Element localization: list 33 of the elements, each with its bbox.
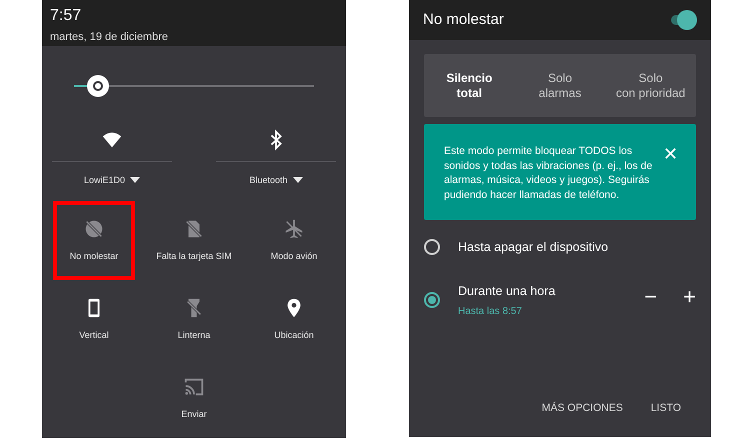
option-label[interactable]: Durante una hora [458,282,556,300]
tile-label[interactable]: Linterna [178,328,210,342]
dropdown-caret-icon[interactable] [130,177,140,184]
sim-card-icon[interactable] [183,218,205,240]
crossed-circle-icon[interactable] [83,218,105,240]
tile-label[interactable]: Vertical [79,328,109,342]
tile-label[interactable]: LowiE1D0 [84,174,126,187]
close-button[interactable]: ✕ [663,144,678,164]
date-text: martes, 19 de diciembre [50,30,169,44]
clock-time: 7:57 [50,6,82,26]
end-time-text: Hasta las 8:57 [458,305,523,319]
mode-option[interactable]: Silencio total [424,54,515,117]
option-label[interactable]: Hasta apagar el dispositivo [458,238,608,256]
brightness-thumb[interactable] [87,74,109,97]
tile-label[interactable]: Enviar [181,408,207,422]
tile-label[interactable]: Modo avión [270,250,318,264]
tile-label[interactable]: Bluetooth [249,174,288,187]
dropdown-caret-icon[interactable] [292,177,303,184]
mode-option[interactable]: Solo con prioridad [605,54,696,117]
mode-option[interactable]: Solo alarmas [514,54,606,117]
dialog-button[interactable]: MÁS OPCIONES [542,401,623,417]
tile-label[interactable]: Ubicación [274,328,314,342]
tile-label[interactable]: No molestar [70,250,118,264]
airplane-icon[interactable] [283,218,305,240]
increase-button[interactable]: + [683,286,696,308]
tile-label[interactable]: Falta la tarjeta SIM [156,250,232,264]
dialog-button[interactable]: LISTO [650,401,681,417]
radio-button[interactable] [424,239,440,255]
radio-button[interactable] [424,292,440,308]
toggle-switch[interactable] [671,10,697,30]
info-message: Este modo permite bloquear TODOS los sonidos y todas las vibraciones (p. ej., los de alarmas, música, videos y juegos). Seguirás pudiendo hacer llamadas de teléfono. [444,144,654,202]
decrease-button[interactable]: − [644,286,658,308]
panel-title: No molestar [423,10,504,30]
